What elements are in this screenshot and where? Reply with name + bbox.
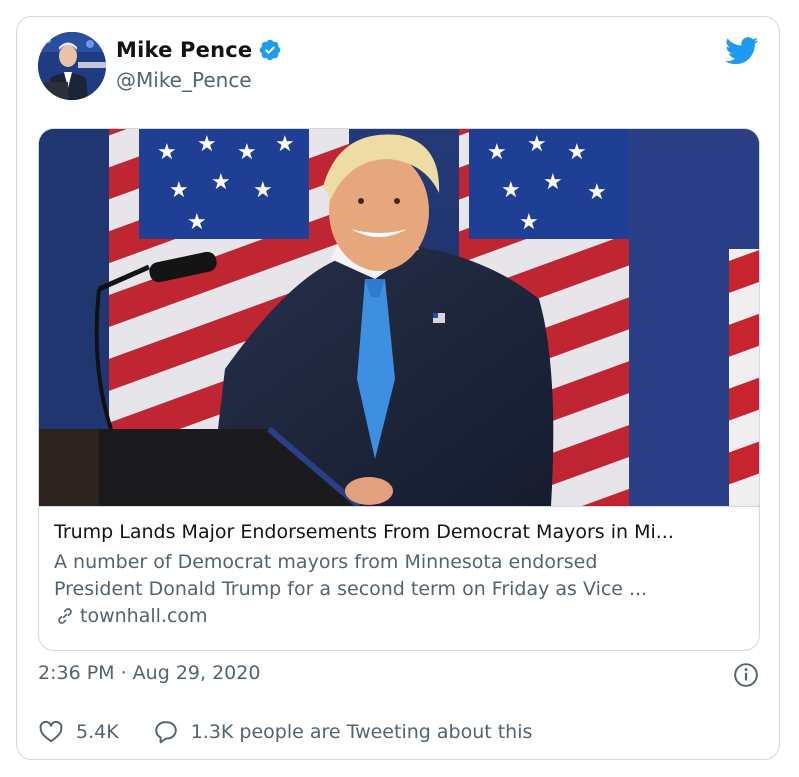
author-handle[interactable]: @Mike_Pence (116, 68, 252, 92)
tweeting-count[interactable]: 1.3K people are Tweeting about this (191, 721, 533, 743)
svg-text:★: ★ (487, 140, 507, 165)
like-button[interactable]: 5.4K (38, 719, 119, 745)
svg-text:★: ★ (253, 178, 273, 203)
svg-text:★: ★ (157, 140, 177, 165)
svg-text:★: ★ (519, 210, 539, 235)
svg-text:★: ★ (211, 170, 231, 195)
svg-text:★: ★ (187, 210, 207, 235)
card-title[interactable]: Trump Lands Major Endorsements From Demo… (54, 521, 744, 543)
svg-text:★: ★ (587, 180, 607, 205)
svg-text:★: ★ (543, 170, 563, 195)
photo: ★ ★ ★ ★ ★ ★ ★ ★ ★ ★ ★ ★ ★ ★ ★ (39, 129, 759, 506)
svg-text:★: ★ (527, 132, 547, 157)
card-description-line: President Donald Trump for a second term… (54, 578, 648, 600)
card-domain-row[interactable]: townhall.com (54, 605, 208, 627)
card-description: A number of Democrat mayors from Minneso… (54, 549, 746, 603)
avatar[interactable] (38, 32, 106, 100)
link-icon (58, 608, 72, 624)
svg-text:★: ★ (237, 140, 257, 165)
twitter-bird-icon[interactable] (725, 37, 759, 65)
profile-photo (38, 32, 106, 100)
author-display-name[interactable]: Mike Pence (116, 38, 252, 62)
author-name-row[interactable]: Mike Pence (116, 38, 282, 62)
svg-text:★: ★ (501, 178, 521, 203)
card-description-line: A number of Democrat mayors from Minneso… (54, 551, 598, 573)
svg-text:★: ★ (197, 132, 217, 157)
tweet-timestamp[interactable]: 2:36 PM · Aug 29, 2020 (38, 662, 260, 684)
tweet-embed: Mike Pence @Mike_Pence ★ ★ ★ ★ ★ ★ ★ ★ ★… (16, 16, 780, 760)
card-domain[interactable]: townhall.com (80, 605, 208, 627)
heart-icon (39, 720, 63, 743)
card-image[interactable]: ★ ★ ★ ★ ★ ★ ★ ★ ★ ★ ★ ★ ★ ★ ★ (39, 129, 759, 507)
like-count[interactable]: 5.4K (76, 721, 119, 743)
tweet-actions: 5.4K 1.3K people are Tweeting about this (38, 719, 532, 745)
svg-text:★: ★ (169, 178, 189, 203)
svg-text:★: ★ (567, 140, 587, 165)
reply-button[interactable]: 1.3K people are Tweeting about this (153, 719, 533, 745)
verified-badge-icon (260, 39, 281, 61)
speech-bubble-icon (154, 721, 177, 744)
svg-text:★: ★ (275, 132, 295, 157)
link-preview-card[interactable]: ★ ★ ★ ★ ★ ★ ★ ★ ★ ★ ★ ★ ★ ★ ★ Trump Land… (38, 128, 760, 651)
info-icon[interactable] (733, 662, 759, 688)
